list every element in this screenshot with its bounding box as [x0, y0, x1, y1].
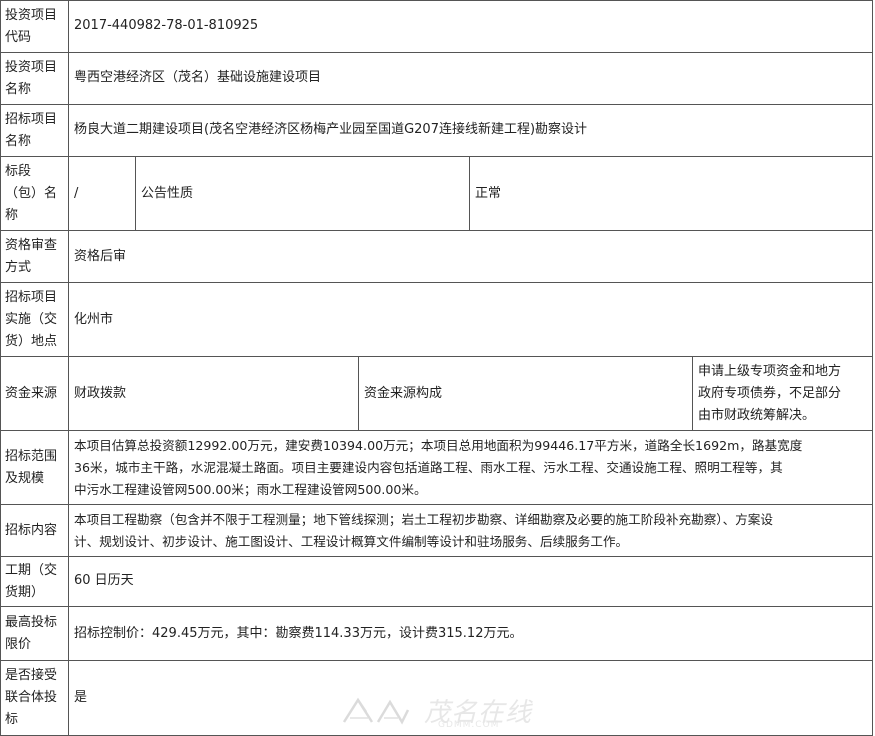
- period-label: 工期（交 货期）: [0, 557, 68, 606]
- funding-composition-value: 申请上级专项资金和地方 政府专项债券，不足部分 由市财政统筹解决。: [692, 357, 873, 430]
- scope-label-line: 及规模: [5, 470, 45, 486]
- content-value-line: 本项目工程勘察（包含并不限于工程测量；地下管线探测；岩土工程初步勘察、详细勘察及…: [74, 511, 773, 527]
- notice-type-value: 正常: [469, 157, 873, 230]
- watermark-logo-icon: [342, 697, 410, 725]
- notice-type-label: 公告性质: [135, 157, 469, 230]
- funding-composition-line: 由市财政统筹解决。: [698, 407, 816, 423]
- watermark: 茂名在线 GDMM.COM: [338, 690, 538, 734]
- consortium-label: 是否接受 联合体投 标: [0, 661, 68, 735]
- scope-value-line: 本项目估算总投资额12992.00万元，建安费10394.00万元；本项目总用地…: [74, 437, 803, 453]
- project-name-label-line: 名称: [5, 81, 32, 97]
- row-scope: 招标范围 及规模 本项目估算总投资额12992.00万元，建安费10394.00…: [0, 430, 873, 504]
- project-name-value: 粤西空港经济区（茂名）基础设施建设项目: [68, 53, 873, 104]
- project-code-label-line: 代码: [5, 29, 32, 45]
- row-tender-name: 招标项目 名称 杨良大道二期建设项目(茂名空港经济区杨梅产业园至国道G207连接…: [0, 104, 873, 156]
- qualification-value: 资格后审: [68, 231, 873, 282]
- row-content: 招标内容 本项目工程勘察（包含并不限于工程测量；地下管线探测；岩土工程初步勘察、…: [0, 504, 873, 556]
- qualification-label-line: 资格审查: [5, 237, 58, 253]
- tender-name-label-line: 招标项目: [5, 111, 58, 127]
- location-label-line: 实施（交: [5, 311, 58, 327]
- content-value: 本项目工程勘察（包含并不限于工程测量；地下管线探测；岩土工程初步勘察、详细勘察及…: [68, 505, 873, 556]
- location-value: 化州市: [68, 283, 873, 356]
- scope-value-line: 36米，城市主干路，水泥混凝土路面。项目主要建设内容包括道路工程、雨水工程、污水…: [74, 459, 783, 475]
- row-period: 工期（交 货期） 60 日历天: [0, 556, 873, 606]
- scope-label-line: 招标范围: [5, 448, 58, 464]
- location-label: 招标项目 实施（交 货）地点: [0, 283, 68, 356]
- funding-composition-line: 政府专项债券，不足部分: [698, 385, 842, 401]
- project-code-label-line: 投资项目: [5, 7, 58, 23]
- consortium-label-line: 联合体投: [5, 690, 58, 705]
- max-price-label-line: 最高投标: [5, 614, 58, 630]
- row-lot: 标段 （包）名 称 / 公告性质 正常: [0, 156, 873, 230]
- row-max-price: 最高投标 限价 招标控制价：429.45万元，其中：勘察费114.33万元，设计…: [0, 606, 873, 660]
- consortium-label-line: 是否接受: [5, 668, 58, 683]
- qualification-label-line: 方式: [5, 259, 32, 275]
- row-location: 招标项目 实施（交 货）地点 化州市: [0, 282, 873, 356]
- funding-composition-label: 资金来源构成: [358, 357, 692, 430]
- period-label-line: 工期（交: [5, 562, 58, 578]
- project-code-value: 2017-440982-78-01-810925: [68, 1, 873, 52]
- funding-composition-line: 申请上级专项资金和地方: [698, 363, 842, 379]
- lot-label-line: 标段: [5, 163, 32, 179]
- content-value-line: 计、规划设计、初步设计、施工图设计、工程设计概算文件编制等设计和驻场服务、后续服…: [74, 533, 629, 549]
- scope-label: 招标范围 及规模: [0, 431, 68, 504]
- funding-value: 财政拨款: [68, 357, 358, 430]
- project-name-label: 投资项目 名称: [0, 53, 68, 104]
- project-code-label: 投资项目 代码: [0, 1, 68, 52]
- watermark-url: GDMM.COM: [438, 720, 500, 730]
- period-label-line: 货期）: [5, 584, 45, 600]
- max-price-label: 最高投标 限价: [0, 607, 68, 660]
- content-label: 招标内容: [0, 505, 68, 556]
- max-price-label-line: 限价: [5, 636, 32, 652]
- tender-name-label: 招标项目 名称: [0, 105, 68, 156]
- location-label-line: 货）地点: [5, 333, 58, 349]
- tender-name-value: 杨良大道二期建设项目(茂名空港经济区杨梅产业园至国道G207连接线新建工程)勘察…: [68, 105, 873, 156]
- consortium-label-line: 标: [5, 712, 19, 727]
- lot-value: /: [68, 157, 135, 230]
- project-name-label-line: 投资项目: [5, 59, 58, 75]
- location-label-line: 招标项目: [5, 289, 58, 305]
- row-project-name: 投资项目 名称 粤西空港经济区（茂名）基础设施建设项目: [0, 52, 873, 104]
- period-value: 60 日历天: [68, 557, 873, 606]
- qualification-label: 资格审查 方式: [0, 231, 68, 282]
- lot-label-line: 称: [5, 207, 19, 223]
- funding-label: 资金来源: [0, 357, 68, 430]
- row-project-code: 投资项目 代码 2017-440982-78-01-810925: [0, 0, 873, 52]
- tender-name-label-line: 名称: [5, 133, 32, 149]
- max-price-value: 招标控制价：429.45万元，其中：勘察费114.33万元，设计费315.12万…: [68, 607, 873, 660]
- scope-value: 本项目估算总投资额12992.00万元，建安费10394.00万元；本项目总用地…: [68, 431, 873, 504]
- row-qualification: 资格审查 方式 资格后审: [0, 230, 873, 282]
- lot-label-line: （包）名: [5, 185, 58, 201]
- row-funding: 资金来源 财政拨款 资金来源构成 申请上级专项资金和地方 政府专项债券，不足部分…: [0, 356, 873, 430]
- lot-label: 标段 （包）名 称: [0, 157, 68, 230]
- scope-value-line: 中污水工程建设管网500.00米；雨水工程建设管网500.00米。: [74, 481, 427, 497]
